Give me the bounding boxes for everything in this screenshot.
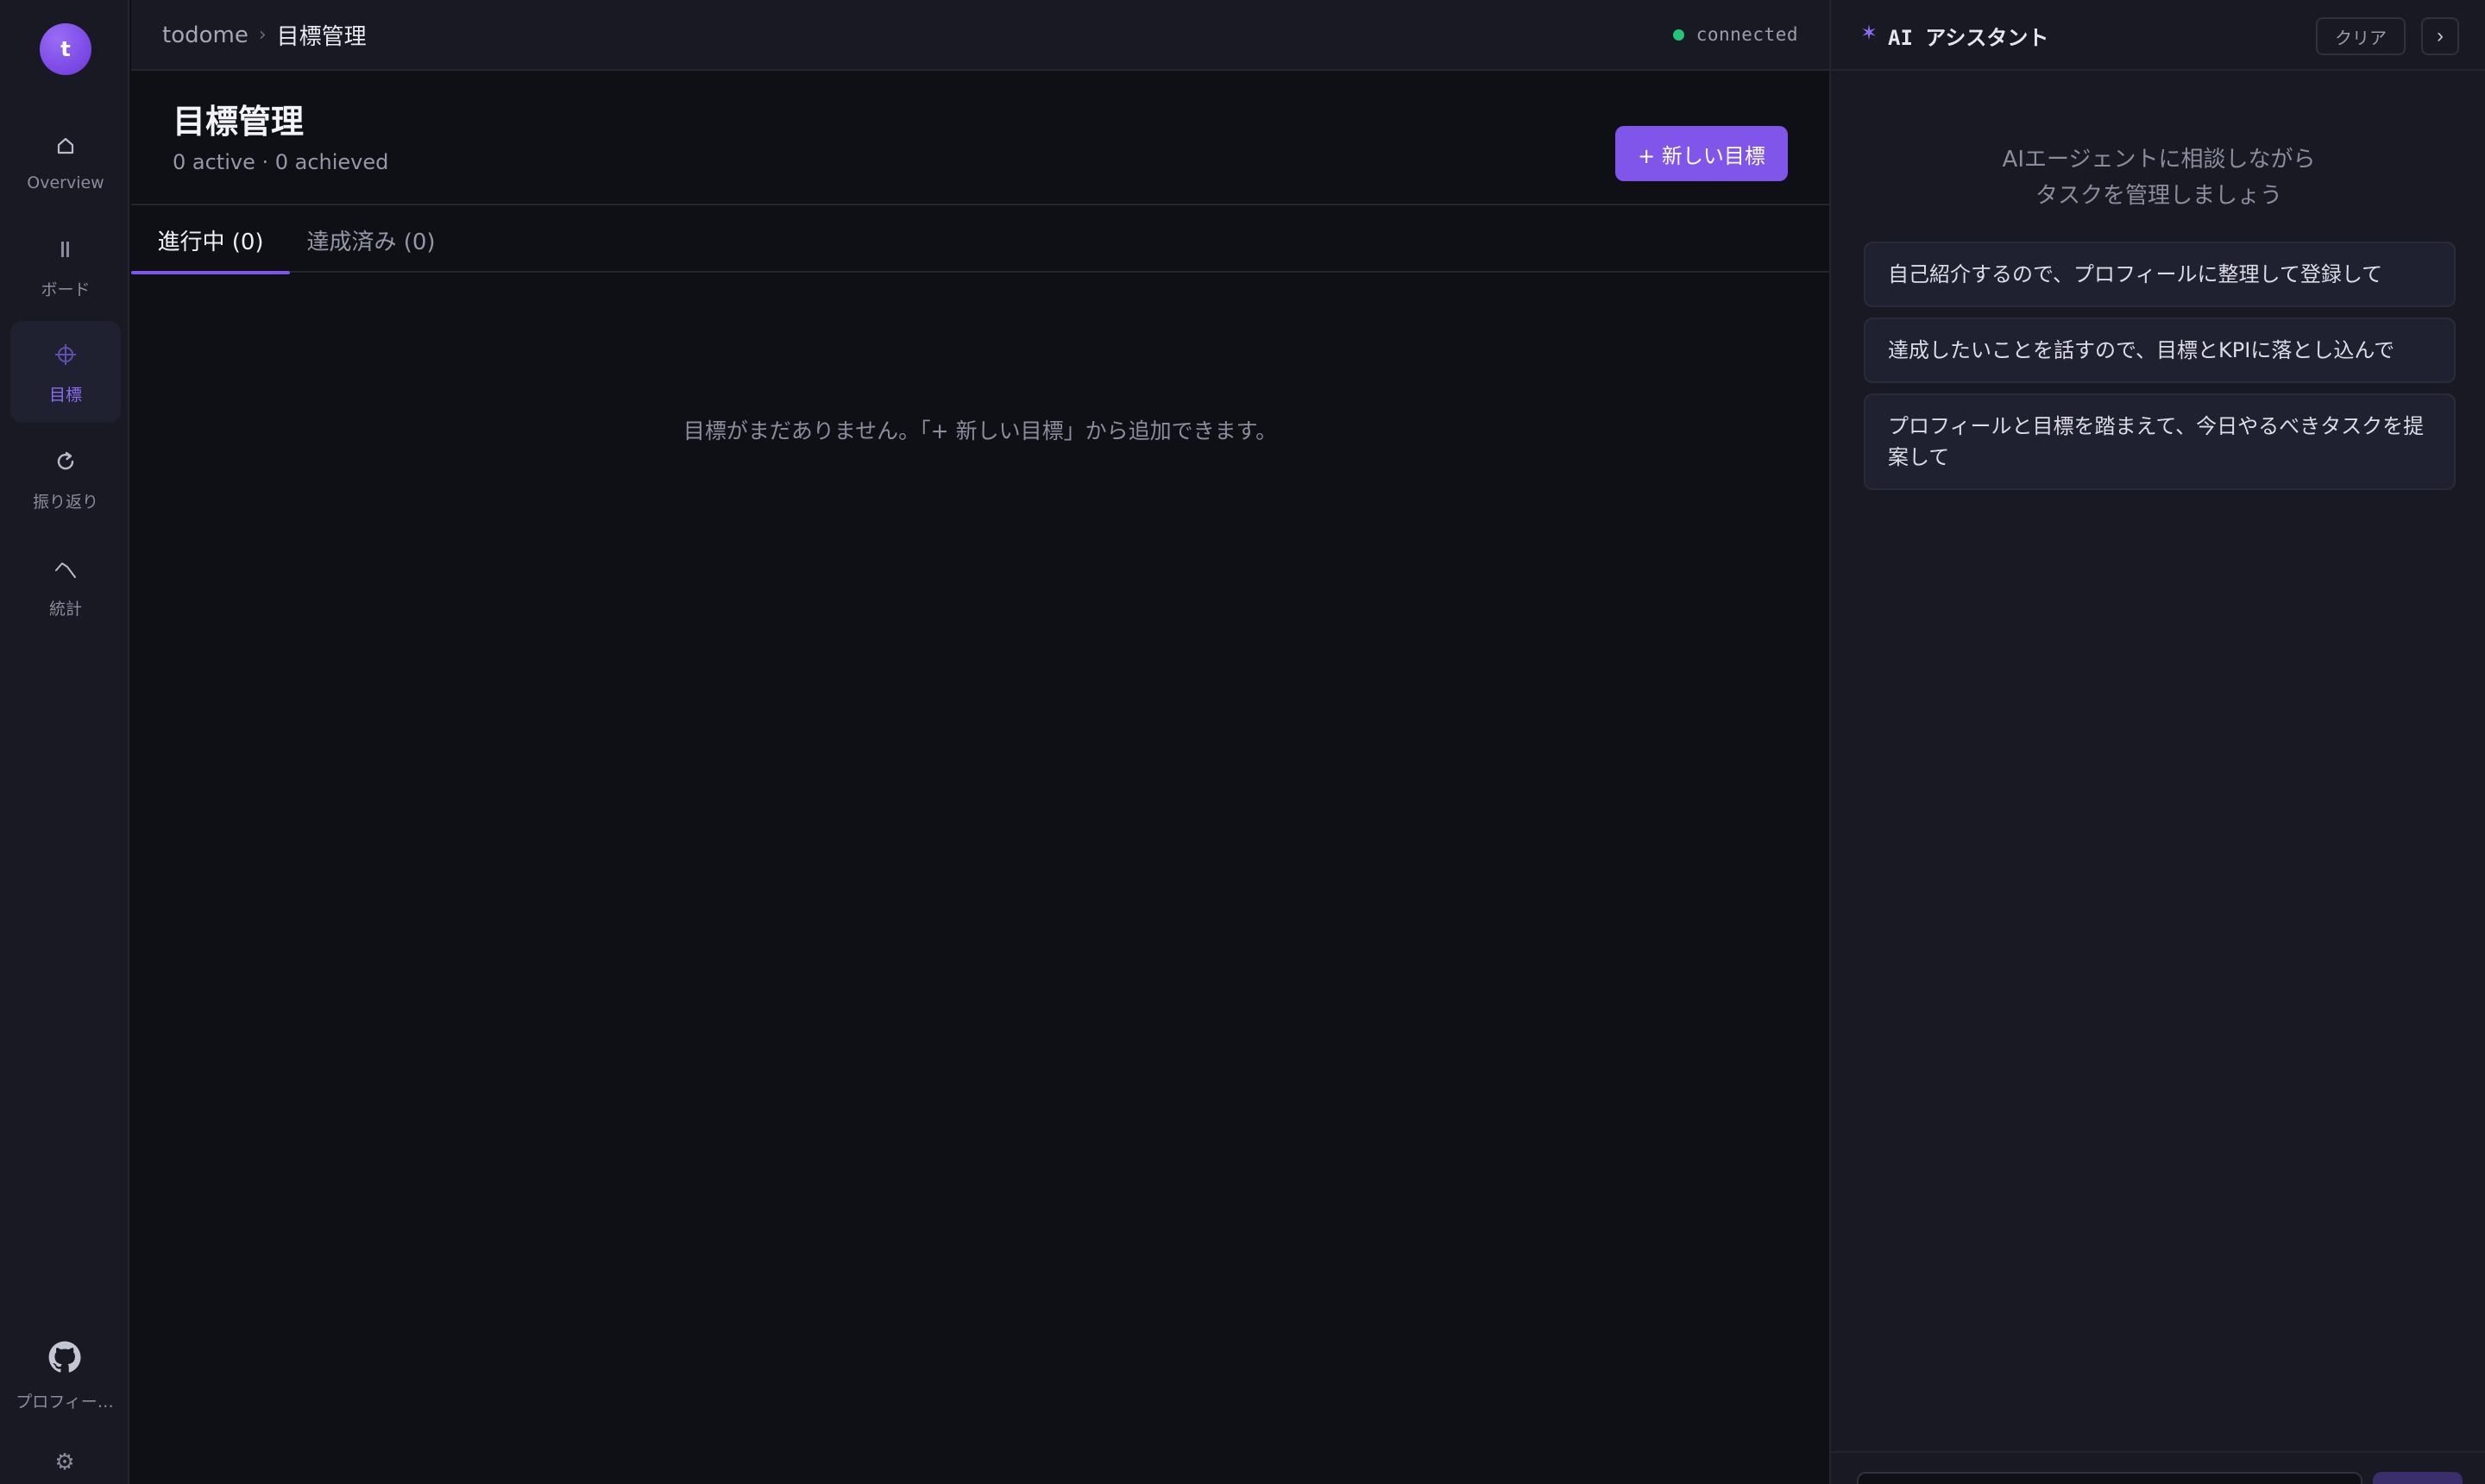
ai-panel-title: AI アシスタント	[1888, 26, 2049, 50]
sidebar: t Overview ボード 目標 振り返り 統計 プロフィー… ⚙	[0, 0, 129, 1484]
avatar[interactable]: t	[40, 23, 91, 75]
main-content: todome › 目標管理 connected 目標管理 0 active · …	[131, 0, 1829, 1484]
sidebar-item-overview[interactable]: Overview	[10, 110, 121, 212]
ai-intro-line: AIエージェントに相談しながら	[2002, 147, 2316, 173]
breadcrumb-root[interactable]: todome	[162, 22, 248, 48]
target-icon	[53, 339, 78, 370]
board-icon	[57, 234, 74, 265]
app-root: t Overview ボード 目標 振り返り 統計 プロフィー… ⚙ todom…	[0, 0, 2485, 1484]
suggestion-chip[interactable]: 自己紹介するので、プロフィールに整理して登録して	[1864, 242, 2456, 307]
gear-icon: ⚙	[54, 1449, 75, 1475]
breadcrumb-current: 目標管理	[276, 24, 367, 50]
sidebar-item-label: ボード	[41, 280, 91, 299]
sidebar-item-stats[interactable]: 統計	[10, 535, 121, 637]
connection-status: connected	[1672, 24, 1798, 45]
new-goal-button[interactable]: + 新しい目標	[1615, 126, 1788, 181]
page-header: 目標管理 0 active · 0 achieved + 新しい目標	[131, 72, 1829, 205]
chevron-right-icon: ›	[2437, 24, 2444, 47]
ai-intro-text: AIエージェントに相談しながら タスクを管理しましょう	[1831, 141, 2485, 214]
home-icon	[55, 130, 76, 161]
ai-assistant-panel: ✶ AI アシスタント クリア › AIエージェントに相談しながら タスクを管理…	[1829, 0, 2485, 1484]
goal-tabs: 進行中 (0) 達成済み (0)	[131, 207, 1829, 274]
sidebar-item-review[interactable]: 振り返り	[10, 428, 121, 530]
chat-input[interactable]	[1857, 1472, 2362, 1484]
empty-state-message: 目標がまだありません。「+ 新しい目標」から追加できます。	[683, 418, 1278, 443]
collapse-panel-button[interactable]: ›	[2421, 17, 2459, 55]
sidebar-item-label: 目標	[48, 385, 82, 405]
topbar: todome › 目標管理 connected	[131, 0, 1829, 71]
tab-achieved[interactable]: 達成済み (0)	[300, 207, 442, 273]
sidebar-item-label: プロフィー…	[16, 1393, 114, 1412]
sidebar-item-label: 統計	[48, 599, 82, 619]
send-button[interactable]	[2373, 1472, 2463, 1484]
tab-in-progress[interactable]: 進行中 (0)	[131, 207, 290, 274]
ai-panel-header: ✶ AI アシスタント クリア ›	[1831, 0, 2485, 71]
suggestion-chip[interactable]: 達成したいことを話すので、目標とKPIに落とし込んで	[1864, 318, 2456, 383]
clear-button[interactable]: クリア	[2316, 17, 2406, 55]
github-icon	[47, 1339, 83, 1379]
status-text: connected	[1695, 24, 1798, 45]
page-title: 目標管理	[173, 102, 305, 141]
ai-intro-line: タスクを管理しましょう	[2035, 183, 2282, 209]
breadcrumb-separator: ›	[258, 24, 267, 46]
sidebar-item-profile[interactable]: プロフィー…	[5, 1339, 124, 1412]
sidebar-item-board[interactable]: ボード	[10, 216, 121, 318]
page-subtitle: 0 active · 0 achieved	[173, 150, 389, 174]
sidebar-item-label: Overview	[27, 173, 104, 192]
settings-button[interactable]: ⚙	[5, 1449, 124, 1475]
sidebar-item-label: 振り返り	[32, 492, 98, 512]
breadcrumb: todome › 目標管理	[162, 19, 367, 51]
refresh-icon	[53, 446, 78, 477]
suggestion-chip[interactable]: プロフィールと目標を踏まえて、今日やるべきタスクを提案して	[1864, 393, 2456, 490]
status-dot-icon	[1672, 28, 1684, 41]
sidebar-item-goals[interactable]: 目標	[10, 321, 121, 423]
sparkle-icon: ✶	[1860, 21, 1878, 45]
stats-icon	[53, 553, 78, 584]
